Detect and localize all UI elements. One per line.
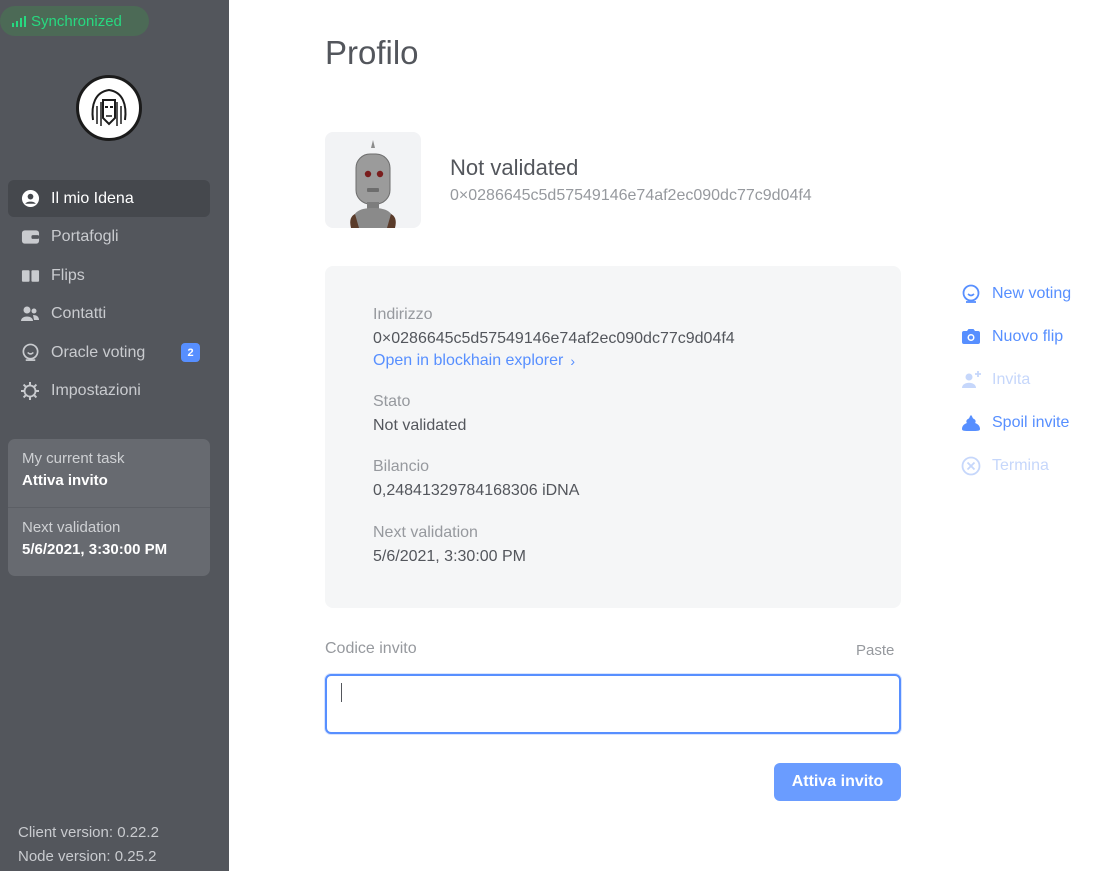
sidebar-item-oracle-voting[interactable]: Oracle voting 2 — [8, 334, 210, 371]
balance-value: 0,24841329784168306 iDNA — [373, 482, 580, 499]
spoil-invite-button[interactable]: Spoil invite — [960, 401, 1071, 444]
notification-badge: 2 — [181, 343, 200, 362]
text-caret — [341, 683, 342, 702]
invite-code-input[interactable] — [325, 674, 901, 734]
terminate-icon — [960, 455, 982, 477]
avatar — [325, 132, 421, 228]
status-field: Stato Not validated — [373, 393, 466, 435]
profile-actions: New voting Nuovo flip Invita Spoil invit… — [960, 272, 1071, 487]
gear-icon — [20, 381, 40, 401]
open-explorer-link[interactable]: Open in blockhain explorer › — [373, 352, 575, 370]
client-version: Client version: 0.22.2 — [18, 824, 159, 841]
sidebar: Synchronized Il mio Idena Portafogli Fli… — [0, 0, 229, 871]
profile-details-card: Indirizzo 0×0286645c5d57549146e74af2ec09… — [325, 266, 901, 608]
current-task[interactable]: My current task Attiva invito — [8, 439, 210, 507]
current-task-label: My current task — [22, 450, 125, 467]
version-info: Client version: 0.22.2 Node version: 0.2… — [18, 821, 159, 869]
camera-icon — [960, 326, 982, 348]
sidebar-item-settings[interactable]: Impostazioni — [8, 373, 210, 410]
activate-invite-button[interactable]: Attiva invito — [774, 763, 901, 801]
add-user-icon — [960, 369, 982, 391]
sidebar-nav: Il mio Idena Portafogli Flips Contatti O… — [8, 180, 210, 411]
new-flip-button[interactable]: Nuovo flip — [960, 315, 1071, 358]
new-flip-label: Nuovo flip — [992, 327, 1064, 345]
sidebar-item-flips[interactable]: Flips — [8, 257, 210, 294]
next-validation-field: Next validation 5/6/2021, 3:30:00 PM — [373, 524, 526, 566]
terminate-button[interactable]: Termina — [960, 444, 1071, 487]
invite-code-label: Codice invito — [325, 640, 417, 657]
sidebar-item-label: Contatti — [51, 305, 107, 322]
status-value: Not validated — [373, 417, 467, 434]
user-circle-icon — [20, 189, 40, 209]
balance-label: Bilancio — [373, 458, 430, 475]
profile-address: 0×0286645c5d57549146e74af2ec090dc77c9d04… — [450, 187, 812, 204]
current-task-value: Attiva invito — [22, 472, 108, 489]
oracle-icon — [20, 343, 40, 363]
idena-logo — [76, 75, 142, 141]
next-validation: Next validation 5/6/2021, 3:30:00 PM — [8, 507, 210, 575]
sidebar-item-label: Flips — [51, 266, 85, 284]
sync-status-label: Synchronized — [31, 12, 122, 30]
chevron-right-icon: › — [570, 353, 576, 369]
flips-icon — [20, 266, 40, 286]
paste-button[interactable]: Paste — [856, 642, 894, 659]
next-validation-label: Next validation — [373, 524, 478, 541]
spoil-invite-label: Spoil invite — [992, 413, 1070, 431]
sidebar-item-label: Portafogli — [51, 228, 119, 245]
sidebar-item-label: Impostazioni — [51, 382, 141, 399]
spoil-icon — [960, 412, 982, 434]
oracle-icon — [960, 283, 982, 305]
page-title: Profilo — [325, 34, 419, 71]
next-validation-value: 5/6/2021, 3:30:00 PM — [22, 541, 168, 558]
new-voting-label: New voting — [992, 284, 1072, 302]
invite-button[interactable]: Invita — [960, 358, 1071, 401]
profile-state: Not validated — [450, 155, 579, 180]
new-voting-button[interactable]: New voting — [960, 272, 1071, 315]
address-value: 0×0286645c5d57549146e74af2ec090dc77c9d04… — [373, 330, 735, 347]
node-version: Node version: 0.25.2 — [18, 848, 157, 865]
status-label: Stato — [373, 393, 411, 410]
next-validation-value: 5/6/2021, 3:30:00 PM — [373, 548, 526, 565]
sidebar-item-label: Oracle voting — [51, 343, 146, 361]
address-label: Indirizzo — [373, 306, 433, 323]
wallet-icon — [20, 227, 40, 247]
sidebar-item-my-idena[interactable]: Il mio Idena — [8, 180, 210, 217]
balance-field: Bilancio 0,24841329784168306 iDNA — [373, 458, 579, 500]
address-field: Indirizzo 0×0286645c5d57549146e74af2ec09… — [373, 306, 735, 370]
sync-status-badge: Synchronized — [0, 6, 149, 36]
sidebar-item-wallets[interactable]: Portafogli — [8, 219, 210, 256]
terminate-label: Termina — [992, 456, 1049, 474]
sidebar-item-label: Il mio Idena — [51, 189, 134, 207]
invite-label: Invita — [992, 370, 1031, 388]
explorer-link-label: Open in blockhain explorer — [373, 352, 564, 369]
signal-icon — [12, 15, 26, 27]
next-validation-label: Next validation — [22, 519, 121, 536]
contacts-icon — [20, 304, 40, 324]
current-task-card: My current task Attiva invito Next valid… — [8, 439, 210, 576]
sidebar-item-contacts[interactable]: Contatti — [8, 296, 210, 333]
